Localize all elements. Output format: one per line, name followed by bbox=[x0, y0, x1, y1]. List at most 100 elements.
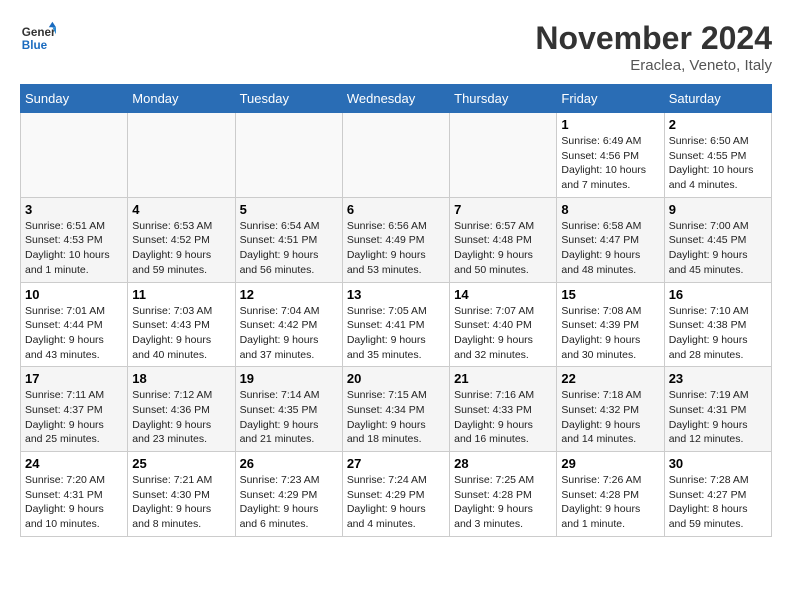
day-info: Sunrise: 6:53 AM Sunset: 4:52 PM Dayligh… bbox=[132, 219, 230, 278]
calendar-week-row: 24 Sunrise: 7:20 AM Sunset: 4:31 PM Dayli… bbox=[21, 452, 772, 537]
day-number: 20 bbox=[347, 371, 445, 386]
calendar-week-row: 17 Sunrise: 7:11 AM Sunset: 4:37 PM Dayli… bbox=[21, 367, 772, 452]
weekday-header: SundayMondayTuesdayWednesdayThursdayFrid… bbox=[21, 85, 772, 113]
day-number: 4 bbox=[132, 202, 230, 217]
day-number: 27 bbox=[347, 456, 445, 471]
weekday-header-cell: Monday bbox=[128, 85, 235, 113]
day-info: Sunrise: 7:28 AM Sunset: 4:27 PM Dayligh… bbox=[669, 473, 767, 532]
calendar-day-cell: 4 Sunrise: 6:53 AM Sunset: 4:52 PM Daylig… bbox=[128, 197, 235, 282]
calendar-day-cell: 29 Sunrise: 7:26 AM Sunset: 4:28 PM Dayli… bbox=[557, 452, 664, 537]
day-number: 21 bbox=[454, 371, 552, 386]
day-number: 15 bbox=[561, 287, 659, 302]
calendar-day-cell: 18 Sunrise: 7:12 AM Sunset: 4:36 PM Dayli… bbox=[128, 367, 235, 452]
calendar-week-row: 3Sunrise: 6:51 AM Sunset: 4:53 PM Daylig… bbox=[21, 197, 772, 282]
calendar-day-cell: 1Sunrise: 6:49 AM Sunset: 4:56 PM Daylig… bbox=[557, 113, 664, 198]
calendar-day-cell bbox=[128, 113, 235, 198]
calendar-day-cell: 22 Sunrise: 7:18 AM Sunset: 4:32 PM Dayli… bbox=[557, 367, 664, 452]
day-number: 12 bbox=[240, 287, 338, 302]
day-number: 18 bbox=[132, 371, 230, 386]
day-info: Sunrise: 7:16 AM Sunset: 4:33 PM Dayligh… bbox=[454, 388, 552, 447]
calendar-day-cell: 8Sunrise: 6:58 AM Sunset: 4:47 PM Daylig… bbox=[557, 197, 664, 282]
day-number: 23 bbox=[669, 371, 767, 386]
day-number: 17 bbox=[25, 371, 123, 386]
day-number: 9 bbox=[669, 202, 767, 217]
day-info: Sunrise: 7:07 AM Sunset: 4:40 PM Dayligh… bbox=[454, 304, 552, 363]
calendar-day-cell: 10Sunrise: 7:01 AM Sunset: 4:44 PM Dayli… bbox=[21, 282, 128, 367]
day-info: Sunrise: 6:58 AM Sunset: 4:47 PM Dayligh… bbox=[561, 219, 659, 278]
day-info: Sunrise: 7:14 AM Sunset: 4:35 PM Dayligh… bbox=[240, 388, 338, 447]
calendar-day-cell: 7Sunrise: 6:57 AM Sunset: 4:48 PM Daylig… bbox=[450, 197, 557, 282]
weekday-header-cell: Thursday bbox=[450, 85, 557, 113]
calendar-day-cell: 20Sunrise: 7:15 AM Sunset: 4:34 PM Dayli… bbox=[342, 367, 449, 452]
calendar-day-cell: 12 Sunrise: 7:04 AM Sunset: 4:42 PM Dayli… bbox=[235, 282, 342, 367]
day-number: 5 bbox=[240, 202, 338, 217]
calendar-day-cell: 9 Sunrise: 7:00 AM Sunset: 4:45 PM Daylig… bbox=[664, 197, 771, 282]
day-number: 30 bbox=[669, 456, 767, 471]
day-info: Sunrise: 7:01 AM Sunset: 4:44 PM Dayligh… bbox=[25, 304, 123, 363]
day-number: 14 bbox=[454, 287, 552, 302]
day-info: Sunrise: 7:05 AM Sunset: 4:41 PM Dayligh… bbox=[347, 304, 445, 363]
calendar-day-cell: 2Sunrise: 6:50 AM Sunset: 4:55 PM Daylig… bbox=[664, 113, 771, 198]
calendar-day-cell: 3Sunrise: 6:51 AM Sunset: 4:53 PM Daylig… bbox=[21, 197, 128, 282]
calendar-week-row: 10Sunrise: 7:01 AM Sunset: 4:44 PM Dayli… bbox=[21, 282, 772, 367]
day-info: Sunrise: 7:20 AM Sunset: 4:31 PM Dayligh… bbox=[25, 473, 123, 532]
day-info: Sunrise: 7:18 AM Sunset: 4:32 PM Dayligh… bbox=[561, 388, 659, 447]
day-info: Sunrise: 7:04 AM Sunset: 4:42 PM Dayligh… bbox=[240, 304, 338, 363]
calendar-day-cell: 17 Sunrise: 7:11 AM Sunset: 4:37 PM Dayli… bbox=[21, 367, 128, 452]
calendar-day-cell: 25 Sunrise: 7:21 AM Sunset: 4:30 PM Dayli… bbox=[128, 452, 235, 537]
day-number: 25 bbox=[132, 456, 230, 471]
logo: General Blue bbox=[20, 20, 56, 56]
day-number: 29 bbox=[561, 456, 659, 471]
calendar-day-cell: 26 Sunrise: 7:23 AM Sunset: 4:29 PM Dayli… bbox=[235, 452, 342, 537]
calendar-table: SundayMondayTuesdayWednesdayThursdayFrid… bbox=[20, 84, 772, 537]
calendar-day-cell bbox=[21, 113, 128, 198]
calendar-day-cell: 19 Sunrise: 7:14 AM Sunset: 4:35 PM Dayli… bbox=[235, 367, 342, 452]
day-info: Sunrise: 7:00 AM Sunset: 4:45 PM Dayligh… bbox=[669, 219, 767, 278]
day-info: Sunrise: 7:03 AM Sunset: 4:43 PM Dayligh… bbox=[132, 304, 230, 363]
day-number: 6 bbox=[347, 202, 445, 217]
calendar-body: 1Sunrise: 6:49 AM Sunset: 4:56 PM Daylig… bbox=[21, 113, 772, 537]
calendar-day-cell: 24 Sunrise: 7:20 AM Sunset: 4:31 PM Dayli… bbox=[21, 452, 128, 537]
day-number: 28 bbox=[454, 456, 552, 471]
day-info: Sunrise: 7:25 AM Sunset: 4:28 PM Dayligh… bbox=[454, 473, 552, 532]
day-info: Sunrise: 7:24 AM Sunset: 4:29 PM Dayligh… bbox=[347, 473, 445, 532]
day-number: 11 bbox=[132, 287, 230, 302]
day-info: Sunrise: 6:50 AM Sunset: 4:55 PM Dayligh… bbox=[669, 134, 767, 193]
weekday-header-cell: Sunday bbox=[21, 85, 128, 113]
day-number: 3 bbox=[25, 202, 123, 217]
svg-text:Blue: Blue bbox=[22, 39, 48, 52]
svg-text:General: General bbox=[22, 26, 56, 39]
month-title: November 2024 bbox=[535, 20, 772, 57]
day-info: Sunrise: 7:10 AM Sunset: 4:38 PM Dayligh… bbox=[669, 304, 767, 363]
calendar-day-cell: 5Sunrise: 6:54 AM Sunset: 4:51 PM Daylig… bbox=[235, 197, 342, 282]
day-number: 1 bbox=[561, 117, 659, 132]
calendar-day-cell: 15 Sunrise: 7:08 AM Sunset: 4:39 PM Dayli… bbox=[557, 282, 664, 367]
day-info: Sunrise: 7:19 AM Sunset: 4:31 PM Dayligh… bbox=[669, 388, 767, 447]
title-area: November 2024 Eraclea, Veneto, Italy bbox=[535, 20, 772, 74]
weekday-header-cell: Friday bbox=[557, 85, 664, 113]
day-number: 26 bbox=[240, 456, 338, 471]
day-number: 19 bbox=[240, 371, 338, 386]
calendar-day-cell: 23 Sunrise: 7:19 AM Sunset: 4:31 PM Dayli… bbox=[664, 367, 771, 452]
day-info: Sunrise: 7:08 AM Sunset: 4:39 PM Dayligh… bbox=[561, 304, 659, 363]
calendar-day-cell: 11 Sunrise: 7:03 AM Sunset: 4:43 PM Dayli… bbox=[128, 282, 235, 367]
weekday-header-cell: Saturday bbox=[664, 85, 771, 113]
day-info: Sunrise: 7:21 AM Sunset: 4:30 PM Dayligh… bbox=[132, 473, 230, 532]
day-number: 16 bbox=[669, 287, 767, 302]
day-info: Sunrise: 7:11 AM Sunset: 4:37 PM Dayligh… bbox=[25, 388, 123, 447]
calendar-day-cell: 28 Sunrise: 7:25 AM Sunset: 4:28 PM Dayli… bbox=[450, 452, 557, 537]
day-info: Sunrise: 7:26 AM Sunset: 4:28 PM Dayligh… bbox=[561, 473, 659, 532]
day-number: 24 bbox=[25, 456, 123, 471]
calendar-day-cell: 16 Sunrise: 7:10 AM Sunset: 4:38 PM Dayli… bbox=[664, 282, 771, 367]
day-info: Sunrise: 7:23 AM Sunset: 4:29 PM Dayligh… bbox=[240, 473, 338, 532]
day-info: Sunrise: 7:12 AM Sunset: 4:36 PM Dayligh… bbox=[132, 388, 230, 447]
calendar-day-cell bbox=[450, 113, 557, 198]
day-info: Sunrise: 6:56 AM Sunset: 4:49 PM Dayligh… bbox=[347, 219, 445, 278]
calendar-week-row: 1Sunrise: 6:49 AM Sunset: 4:56 PM Daylig… bbox=[21, 113, 772, 198]
day-info: Sunrise: 6:57 AM Sunset: 4:48 PM Dayligh… bbox=[454, 219, 552, 278]
weekday-header-cell: Tuesday bbox=[235, 85, 342, 113]
day-number: 22 bbox=[561, 371, 659, 386]
weekday-header-cell: Wednesday bbox=[342, 85, 449, 113]
location: Eraclea, Veneto, Italy bbox=[535, 57, 772, 74]
calendar-day-cell: 6 Sunrise: 6:56 AM Sunset: 4:49 PM Daylig… bbox=[342, 197, 449, 282]
